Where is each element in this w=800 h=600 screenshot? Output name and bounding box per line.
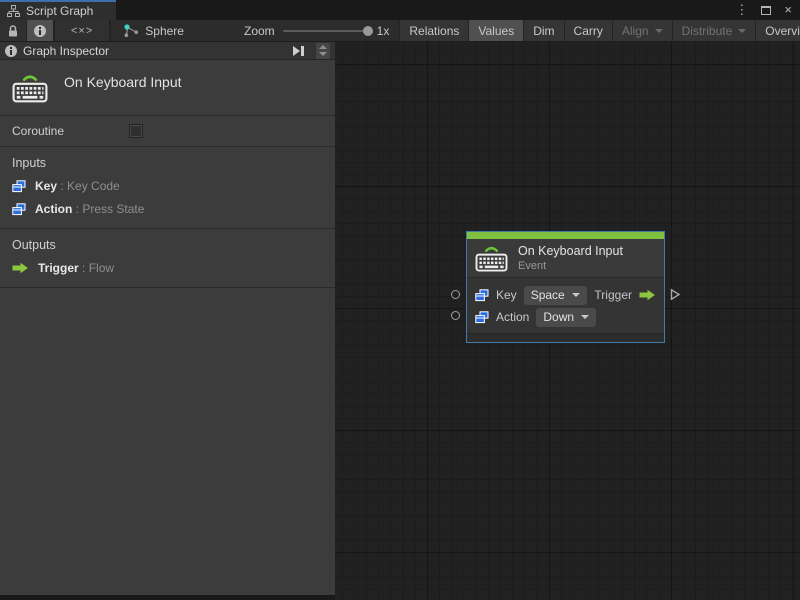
unit-title: On Keyboard Input (64, 74, 182, 90)
panel-spinner[interactable] (316, 42, 330, 59)
inputs-section: Inputs Key : Key Code Action : Press Sta… (0, 147, 335, 229)
input-port-key[interactable] (451, 290, 460, 299)
node-on-keyboard-input[interactable]: On Keyboard Input Event Key Space Trigge… (451, 231, 681, 343)
tab-label: Script Graph (26, 4, 94, 18)
chevron-down-icon (581, 314, 590, 319)
node-body: Key Space Trigger Action Down (467, 278, 664, 333)
values-button[interactable]: Values (469, 20, 525, 41)
chevron-down-icon (571, 292, 580, 297)
flow-arrow-icon (12, 262, 28, 274)
relations-button[interactable]: Relations (399, 20, 470, 41)
window-controls: ⋮ × (735, 2, 792, 18)
spinner-up-icon[interactable] (319, 45, 327, 49)
unit-header: On Keyboard Input (0, 60, 335, 116)
info-icon (34, 24, 46, 37)
chevron-down-icon (738, 28, 747, 33)
title-bar: Script Graph ⋮ × (0, 0, 800, 20)
outputs-section: Outputs Trigger : Flow (0, 229, 335, 288)
zoom-control: Zoom 1x (196, 20, 399, 41)
code-icon: <×> (71, 24, 94, 37)
output-port-trigger[interactable] (669, 288, 681, 301)
inputs-title: Inputs (12, 156, 47, 170)
node-footer (467, 333, 664, 342)
graph-toolbar: <×> Sphere Zoom 1x Relations Values Dim … (0, 20, 800, 42)
node-port-label-key: Key (496, 288, 517, 302)
tab-script-graph[interactable]: Script Graph (0, 0, 116, 20)
distribute-label: Distribute (681, 23, 733, 38)
port-text: Key : Key Code (35, 179, 120, 193)
carry-button[interactable]: Carry (564, 20, 613, 41)
flow-arrow-icon (639, 289, 655, 301)
value-port-icon (475, 288, 489, 301)
graph-canvas[interactable]: On Keyboard Input Event Key Space Trigge… (335, 42, 800, 600)
zoom-slider[interactable] (282, 25, 373, 36)
node-title-block: On Keyboard Input Event (518, 244, 623, 272)
align-dropdown-button: Align (612, 20, 673, 41)
input-port-action[interactable] (451, 311, 460, 320)
action-dropdown[interactable]: Down (536, 307, 597, 327)
graph-pointer-icon (124, 23, 139, 37)
node-title: On Keyboard Input (518, 243, 623, 258)
graph-owner-button[interactable]: Sphere (111, 20, 196, 41)
dim-button[interactable]: Dim (524, 20, 565, 41)
overview-button[interactable]: Overview (756, 20, 800, 41)
zoom-label: Zoom (243, 23, 275, 38)
info-icon (5, 44, 17, 57)
inspector-toggle-button[interactable] (27, 20, 54, 41)
graph-owner-label: Sphere (145, 23, 184, 38)
keyboard-event-icon (475, 246, 508, 272)
value-port-icon (475, 310, 489, 323)
distribute-dropdown-button: Distribute (672, 20, 757, 41)
chevron-down-icon (654, 28, 663, 33)
action-dropdown-value: Down (543, 309, 575, 324)
graph-inspector-panel: Graph Inspector On Keyboard Input Corout… (0, 42, 335, 595)
lock-icon (9, 24, 17, 36)
value-port-icon (12, 202, 26, 215)
node-row-action: Action Down (475, 306, 656, 328)
coroutine-row: Coroutine (0, 116, 335, 147)
maximize-icon[interactable] (761, 5, 772, 15)
outputs-title: Outputs (12, 238, 56, 252)
spinner-down-icon[interactable] (319, 52, 327, 56)
trigger-output-label: Trigger (594, 288, 632, 302)
output-row-trigger: Trigger : Flow (12, 261, 323, 275)
edit-code-button[interactable]: <×> (55, 20, 111, 41)
value-port-icon (12, 179, 26, 192)
lock-button[interactable] (0, 20, 27, 41)
input-row-key: Key : Key Code (12, 179, 323, 193)
align-label: Align (621, 23, 649, 38)
graph-icon (7, 5, 20, 17)
port-text: Action : Press State (35, 202, 145, 216)
node-row-key: Key Space Trigger (475, 284, 656, 306)
node-subtitle: Event (518, 259, 547, 272)
node-header[interactable]: On Keyboard Input Event (467, 239, 664, 278)
trigger-output[interactable]: Trigger (594, 288, 656, 302)
script-graph-window: Script Graph ⋮ × <×> Sphere Zoom 1x Rela… (0, 0, 800, 600)
keyboard-event-icon (12, 75, 48, 103)
node-port-label-action: Action (496, 310, 530, 324)
inspector-title: Graph Inspector (23, 43, 110, 58)
port-text: Trigger : Flow (38, 261, 115, 275)
menu-icon[interactable]: ⋮ (735, 2, 748, 18)
input-row-action: Action : Press State (12, 202, 323, 216)
coroutine-label: Coroutine (12, 124, 65, 138)
key-dropdown-value: Space (530, 287, 565, 302)
key-dropdown[interactable]: Space (523, 285, 587, 305)
coroutine-checkbox[interactable] (129, 124, 143, 138)
inspector-header: Graph Inspector (0, 42, 335, 60)
zoom-value: 1x (376, 23, 390, 38)
zoom-slider-handle[interactable] (362, 25, 373, 36)
node-accent-bar (467, 232, 664, 239)
close-icon[interactable]: × (784, 2, 792, 18)
expand-panel-icon[interactable] (293, 45, 304, 56)
